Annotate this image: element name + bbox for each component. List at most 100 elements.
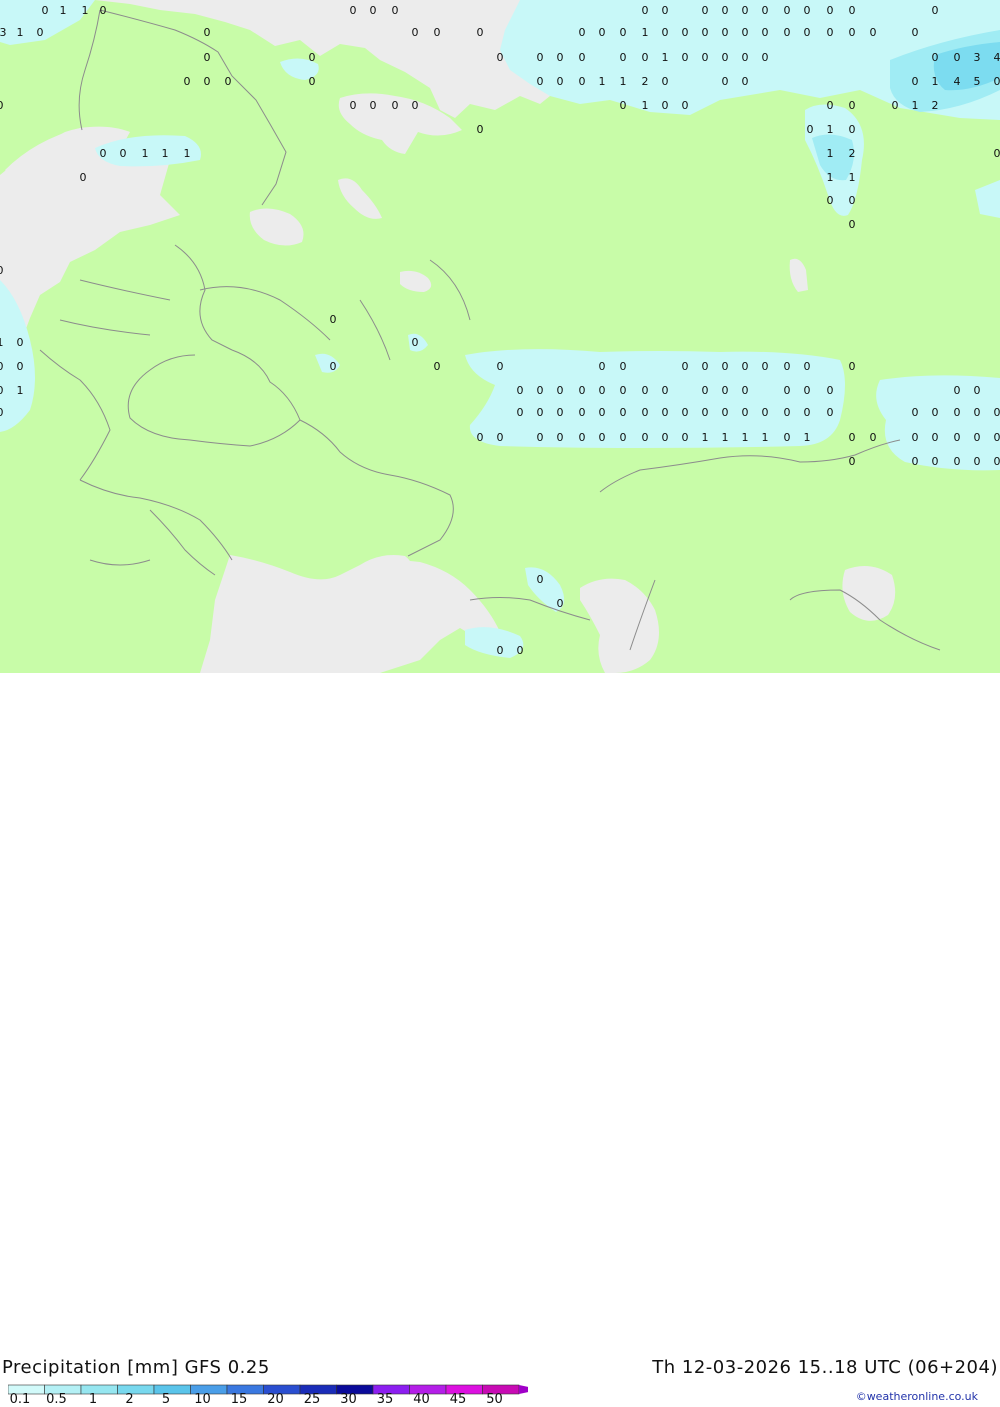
precip-value-label: 0 — [642, 406, 649, 419]
precip-value-label: 1 — [827, 147, 834, 160]
precip-value-label: 0 — [827, 99, 834, 112]
precip-value-label: 0 — [804, 26, 811, 39]
precip-value-label: 0 — [784, 26, 791, 39]
precip-value-label: 0 — [662, 26, 669, 39]
precip-value-label: 0 — [517, 406, 524, 419]
legend-arrow-icon — [519, 1385, 528, 1394]
precip-value-label: 0 — [849, 4, 856, 17]
precip-value-label: 0 — [17, 336, 24, 349]
legend-swatch — [81, 1385, 118, 1394]
precip-value-label: 0 — [722, 406, 729, 419]
precip-value-label: 0 — [662, 431, 669, 444]
precip-value-label: 0 — [784, 431, 791, 444]
precip-value-label: 0 — [742, 26, 749, 39]
precip-value-label: 0 — [784, 360, 791, 373]
precip-value-label: 0 — [620, 26, 627, 39]
precip-value-label: 0 — [974, 455, 981, 468]
precip-value-label: 1 — [762, 431, 769, 444]
precip-value-label: 0 — [870, 431, 877, 444]
precip-value-label: 1 — [17, 26, 24, 39]
precip-value-label: 0 — [370, 4, 377, 17]
precip-value-label: 0 — [702, 26, 709, 39]
precip-value-label: 0 — [849, 360, 856, 373]
precip-value-label: 0 — [722, 360, 729, 373]
precip-value-label: 0 — [932, 51, 939, 64]
precip-value-label: 0 — [762, 360, 769, 373]
precip-value-label: 1 — [82, 4, 89, 17]
precip-value-label: 0 — [517, 384, 524, 397]
footer-bar: Precipitation [mm] GFS 0.25 Th 12-03-202… — [0, 673, 1000, 733]
precip-value-label: 0 — [762, 26, 769, 39]
legend-label: 25 — [304, 1392, 321, 1407]
precip-value-label: 1 — [742, 431, 749, 444]
precip-value-label: 0 — [804, 4, 811, 17]
precip-value-label: 0 — [742, 406, 749, 419]
precip-value-label: 0 — [722, 75, 729, 88]
precip-value-label: 0 — [434, 26, 441, 39]
precip-value-label: 1 — [849, 171, 856, 184]
precip-value-label: 0 — [100, 147, 107, 160]
precip-value-label: 5 — [974, 75, 981, 88]
precip-value-label: 0 — [370, 99, 377, 112]
precip-value-label: 0 — [392, 4, 399, 17]
precip-value-label: 0 — [849, 431, 856, 444]
precip-value-label: 0 — [642, 431, 649, 444]
precip-value-label: 1 — [702, 431, 709, 444]
precip-value-label: 0 — [804, 384, 811, 397]
precip-value-label: 0 — [827, 384, 834, 397]
precip-value-label: 0 — [557, 75, 564, 88]
precip-value-label: 4 — [994, 51, 1000, 64]
precip-value-label: 0 — [184, 75, 191, 88]
precip-value-label: 0 — [954, 51, 961, 64]
precip-value-label: 0 — [557, 597, 564, 610]
precip-value-label: 0 — [849, 123, 856, 136]
precip-value-label: 0 — [849, 194, 856, 207]
precip-value-label: 0 — [954, 431, 961, 444]
precip-value-label: 0 — [849, 218, 856, 231]
precip-value-label: 0 — [974, 431, 981, 444]
precip-value-label: 0 — [742, 384, 749, 397]
legend-label: 15 — [231, 1392, 248, 1407]
precip-value-label: 2 — [932, 99, 939, 112]
precip-value-label: 0 — [392, 99, 399, 112]
precip-value-label: 0 — [497, 431, 504, 444]
credit-link[interactable]: ©weatheronline.co.uk — [856, 1390, 978, 1403]
precip-value-label: 0 — [309, 51, 316, 64]
precip-value-label: 2 — [642, 75, 649, 88]
precip-value-label: 0 — [330, 360, 337, 373]
precip-value-label: 0 — [599, 26, 606, 39]
precip-value-label: 0 — [994, 75, 1000, 88]
precip-value-label: 0 — [204, 51, 211, 64]
precip-value-label: 0 — [870, 26, 877, 39]
precip-value-label: 1 — [642, 99, 649, 112]
legend-swatch — [118, 1385, 155, 1394]
precip-value-label: 0 — [537, 431, 544, 444]
precip-value-label: 0 — [557, 384, 564, 397]
precip-value-label: 0 — [412, 26, 419, 39]
precip-value-label: 0 — [434, 360, 441, 373]
precip-value-label: 0 — [204, 75, 211, 88]
legend-label: 20 — [267, 1392, 284, 1407]
precip-value-label: 0 — [849, 26, 856, 39]
precip-value-label: 0 — [994, 406, 1000, 419]
precip-value-label: 0 — [579, 75, 586, 88]
precip-value-label: 0 — [742, 51, 749, 64]
precip-value-label: 0 — [17, 360, 24, 373]
precip-value-label: 0 — [662, 384, 669, 397]
precip-value-label: 0 — [0, 264, 4, 277]
precip-value-label: 1 — [60, 4, 67, 17]
precip-value-label: 0 — [682, 99, 689, 112]
legend-label: 45 — [450, 1392, 467, 1407]
precip-value-label: 0 — [807, 123, 814, 136]
precip-value-label: 0 — [932, 455, 939, 468]
precip-value-label: 0 — [579, 431, 586, 444]
precip-value-label: 0 — [742, 360, 749, 373]
precip-value-label: 0 — [557, 406, 564, 419]
legend-label: 2 — [125, 1392, 133, 1407]
precip-value-label: 1 — [142, 147, 149, 160]
precip-value-label: 0 — [620, 431, 627, 444]
precip-value-label: 0 — [517, 644, 524, 657]
precip-value-label: 1 — [599, 75, 606, 88]
legend-label: 10 — [194, 1392, 211, 1407]
precip-value-label: 0 — [620, 384, 627, 397]
